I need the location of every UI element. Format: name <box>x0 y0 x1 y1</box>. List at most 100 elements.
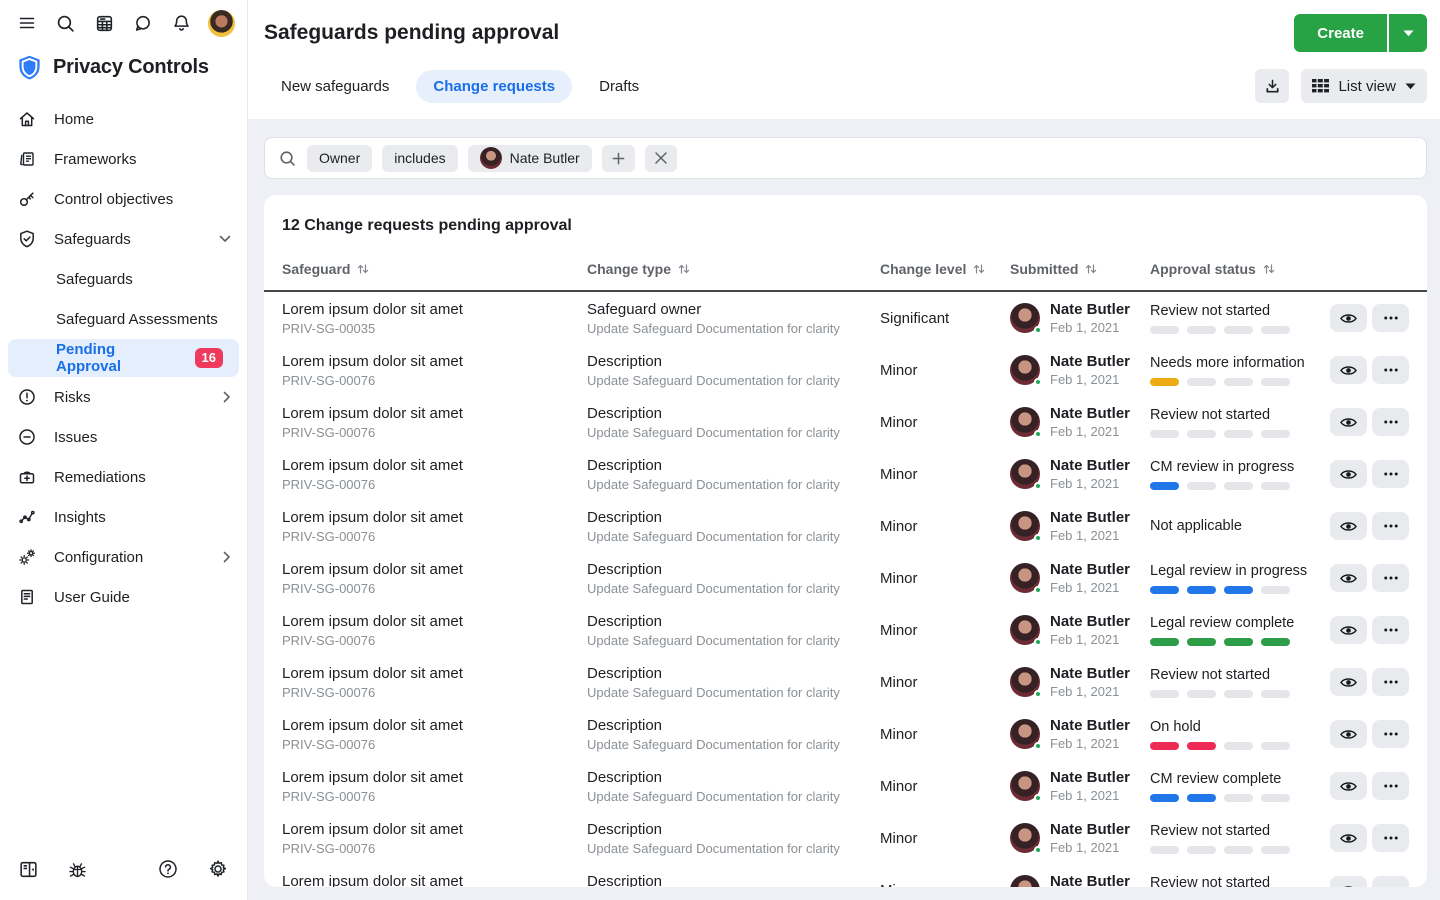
table-row[interactable]: Lorem ipsum dolor sit amet PRIV-SG-00076… <box>264 708 1427 760</box>
search-icon[interactable] <box>54 11 78 35</box>
table-row[interactable]: Lorem ipsum dolor sit amet PRIV-SG-00076… <box>264 812 1427 864</box>
sidebar-item-control-objectives[interactable]: Control objectives <box>0 179 247 219</box>
approval-status-cell: Needs more information <box>1150 355 1330 386</box>
sidebar-item-configuration[interactable]: Configuration <box>0 537 247 577</box>
column-header-approval-status[interactable]: Approval status <box>1150 261 1330 277</box>
status-label: Review not started <box>1150 407 1330 423</box>
submitter-name: Nate Butler <box>1050 509 1130 526</box>
more-actions-button[interactable] <box>1372 668 1409 696</box>
user-avatar[interactable] <box>208 10 235 37</box>
filter-field-chip[interactable]: Owner <box>307 145 372 172</box>
view-button[interactable] <box>1330 564 1367 592</box>
sidebar-item-remediations[interactable]: Remediations <box>0 457 247 497</box>
online-status-dot <box>1034 482 1042 490</box>
more-actions-button[interactable] <box>1372 876 1409 887</box>
bell-icon[interactable] <box>169 11 193 35</box>
online-status-dot <box>1034 690 1042 698</box>
close-icon <box>654 151 668 165</box>
sidebar-item-safeguards-sub[interactable]: Safeguards <box>0 259 247 299</box>
submitter-avatar <box>1010 771 1040 801</box>
sidebar-item-insights[interactable]: Insights <box>0 497 247 537</box>
column-header-safeguard[interactable]: Safeguard <box>282 261 587 277</box>
more-actions-button[interactable] <box>1372 720 1409 748</box>
submitted-cell: Nate Butler Feb 1, 2021 <box>1010 405 1150 439</box>
bug-report-icon[interactable] <box>67 859 88 880</box>
sidebar-item-safeguard-assessments[interactable]: Safeguard Assessments <box>0 299 247 339</box>
sidebar-item-safeguards[interactable]: Safeguards <box>0 219 247 259</box>
column-header-change-type[interactable]: Change type <box>587 261 880 277</box>
more-actions-button[interactable] <box>1372 460 1409 488</box>
safeguard-cell: Lorem ipsum dolor sit amet PRIV-SG-00076 <box>282 509 587 544</box>
change-level: Minor <box>880 726 1010 743</box>
more-actions-button[interactable] <box>1372 304 1409 332</box>
status-pill <box>1187 742 1216 750</box>
table-row[interactable]: Lorem ipsum dolor sit amet PRIV-SG-00076… <box>264 656 1427 708</box>
approval-status-cell: Legal review in progress <box>1150 563 1330 594</box>
sidebar-item-risks[interactable]: Risks <box>0 377 247 417</box>
menu-icon[interactable] <box>15 11 39 35</box>
status-pill <box>1187 326 1216 334</box>
view-button[interactable] <box>1330 720 1367 748</box>
view-button[interactable] <box>1330 304 1367 332</box>
more-actions-button[interactable] <box>1372 564 1409 592</box>
change-type-cell: Description Update Safeguard Documentati… <box>587 457 880 492</box>
list-view-button[interactable]: List view <box>1301 69 1427 103</box>
sidebar-item-home[interactable]: Home <box>0 99 247 139</box>
filter-value-chip[interactable]: Nate Butler <box>468 145 592 172</box>
column-header-change-level[interactable]: Change level <box>880 261 1010 277</box>
more-actions-button[interactable] <box>1372 408 1409 436</box>
table-row[interactable]: Lorem ipsum dolor sit amet PRIV-SG-00076… <box>264 448 1427 500</box>
apps-grid-icon[interactable] <box>92 11 116 35</box>
table-row[interactable]: Lorem ipsum dolor sit amet PRIV-SG-00076… <box>264 864 1427 887</box>
view-button[interactable] <box>1330 512 1367 540</box>
tab-drafts[interactable]: Drafts <box>582 70 656 103</box>
clear-filters-button[interactable] <box>645 145 677 172</box>
filter-bar[interactable]: Owner includes Nate Butler <box>264 137 1427 179</box>
table-row[interactable]: Lorem ipsum dolor sit amet PRIV-SG-00035… <box>264 292 1427 344</box>
sidebar-item-user-guide[interactable]: User Guide <box>0 577 247 617</box>
sidebar-item-label: Remediations <box>54 469 146 486</box>
view-button[interactable] <box>1330 876 1367 887</box>
view-button[interactable] <box>1330 668 1367 696</box>
add-filter-button[interactable] <box>602 145 635 172</box>
more-actions-button[interactable] <box>1372 772 1409 800</box>
table-row[interactable]: Lorem ipsum dolor sit amet PRIV-SG-00076… <box>264 760 1427 812</box>
column-header-submitted[interactable]: Submitted <box>1010 261 1150 277</box>
view-button[interactable] <box>1330 408 1367 436</box>
risk-alert-icon <box>16 387 38 407</box>
chat-icon[interactable] <box>131 11 155 35</box>
tab-change-requests[interactable]: Change requests <box>416 70 572 103</box>
download-button[interactable] <box>1255 69 1289 103</box>
table-row[interactable]: Lorem ipsum dolor sit amet PRIV-SG-00076… <box>264 344 1427 396</box>
view-button[interactable] <box>1330 356 1367 384</box>
safeguard-cell: Lorem ipsum dolor sit amet PRIV-SG-00076 <box>282 405 587 440</box>
change-desc: Update Safeguard Documentation for clari… <box>587 477 880 492</box>
submitter-avatar <box>1010 875 1040 887</box>
create-button[interactable]: Create <box>1294 14 1387 52</box>
view-button[interactable] <box>1330 616 1367 644</box>
collapse-sidebar-icon[interactable] <box>18 859 39 880</box>
view-button[interactable] <box>1330 460 1367 488</box>
sidebar-item-pending-approval[interactable]: Pending Approval 16 <box>8 339 239 377</box>
help-icon[interactable] <box>157 858 179 880</box>
settings-gear-icon[interactable] <box>207 858 229 880</box>
view-button[interactable] <box>1330 824 1367 852</box>
sort-icon <box>973 263 985 275</box>
table-row[interactable]: Lorem ipsum dolor sit amet PRIV-SG-00076… <box>264 500 1427 552</box>
sidebar-item-issues[interactable]: Issues <box>0 417 247 457</box>
change-level: Minor <box>880 414 1010 431</box>
create-dropdown-button[interactable] <box>1389 14 1427 52</box>
tab-new-safeguards[interactable]: New safeguards <box>264 70 406 103</box>
status-pill <box>1187 378 1216 386</box>
filter-operator-chip[interactable]: includes <box>382 145 457 172</box>
table-row[interactable]: Lorem ipsum dolor sit amet PRIV-SG-00076… <box>264 396 1427 448</box>
view-button[interactable] <box>1330 772 1367 800</box>
more-actions-button[interactable] <box>1372 356 1409 384</box>
table-row[interactable]: Lorem ipsum dolor sit amet PRIV-SG-00076… <box>264 552 1427 604</box>
status-pill <box>1261 742 1290 750</box>
more-actions-button[interactable] <box>1372 616 1409 644</box>
more-actions-button[interactable] <box>1372 512 1409 540</box>
sidebar-item-frameworks[interactable]: Frameworks <box>0 139 247 179</box>
more-actions-button[interactable] <box>1372 824 1409 852</box>
table-row[interactable]: Lorem ipsum dolor sit amet PRIV-SG-00076… <box>264 604 1427 656</box>
